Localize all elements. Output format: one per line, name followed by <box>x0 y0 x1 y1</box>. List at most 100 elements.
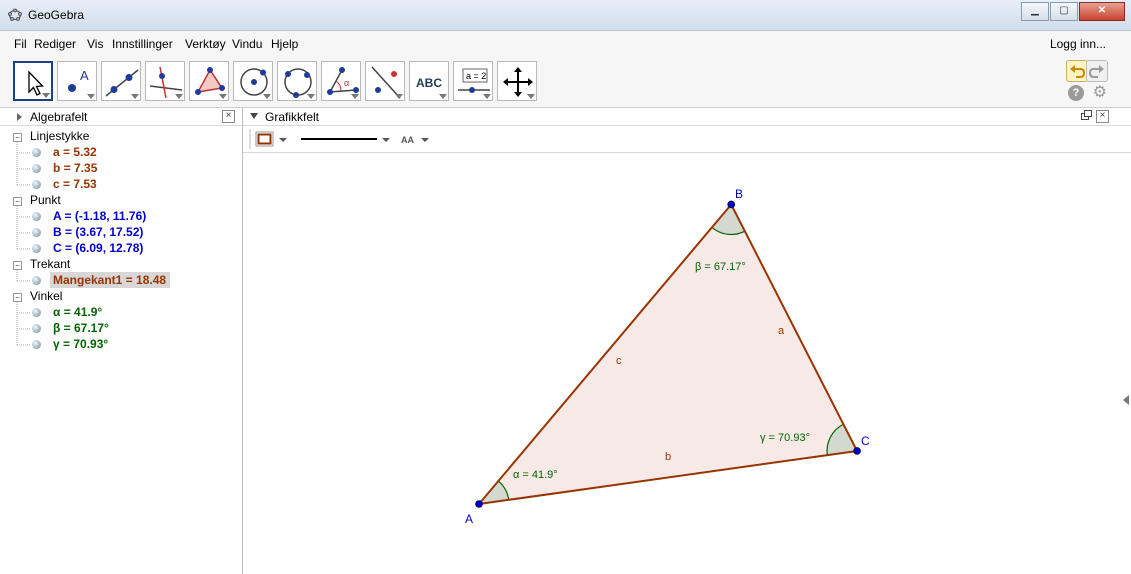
point-tool-button[interactable]: A <box>57 61 97 101</box>
redo-button[interactable] <box>1086 60 1108 82</box>
algebra-object[interactable]: b = 7.35 <box>53 161 97 175</box>
algebra-object[interactable]: α = 41.9° <box>53 305 102 319</box>
point-C[interactable] <box>853 447 861 455</box>
question-icon: ? <box>1072 87 1080 99</box>
point-B[interactable] <box>727 200 736 209</box>
maximize-icon: ▢ <box>1059 5 1069 16</box>
reflect-tool-button[interactable] <box>365 61 405 101</box>
toolbar: A α ABC a = 2 ? ⚙ <box>0 57 1131 108</box>
close-icon: ✕ <box>1097 5 1107 16</box>
graphics-title: Grafikkfelt <box>265 110 320 124</box>
collapse-icon[interactable]: − <box>13 133 22 142</box>
visibility-toggle-icon[interactable] <box>32 244 41 253</box>
category-trekant[interactable]: − Trekant <box>0 257 240 273</box>
category-punkt[interactable]: − Punkt <box>0 193 240 209</box>
list-item[interactable]: A = (-1.18, 11.76) <box>0 209 240 225</box>
text-style-button[interactable]: AA <box>401 135 414 145</box>
window-title: GeoGebra <box>28 8 85 22</box>
visibility-toggle-icon[interactable] <box>32 276 41 285</box>
list-item[interactable]: β = 67.17° <box>0 321 240 337</box>
visibility-toggle-icon[interactable] <box>32 228 41 237</box>
style-bar: AA <box>243 126 1131 153</box>
close-window-button[interactable]: ✕ <box>1079 2 1125 21</box>
text-tool-button[interactable]: ABC <box>409 61 449 101</box>
category-label: Vinkel <box>30 289 63 303</box>
undock-button[interactable] <box>1081 110 1092 121</box>
slider-tool-button[interactable]: a = 2 <box>453 61 493 101</box>
collapse-icon[interactable]: − <box>13 293 22 302</box>
algebra-object[interactable]: a = 5.32 <box>53 145 97 159</box>
menu-hjelp[interactable]: Hjelp <box>271 37 298 51</box>
dropdown-arrow-icon[interactable] <box>382 138 390 142</box>
line-tool-button[interactable] <box>101 61 141 101</box>
point-label-A: A <box>465 512 473 526</box>
menu-vis[interactable]: Vis <box>87 37 103 51</box>
algebra-object[interactable]: B = (3.67, 17.52) <box>53 225 143 239</box>
list-item[interactable]: c = 7.53 <box>0 177 240 193</box>
collapse-icon[interactable]: − <box>13 261 22 270</box>
move-graphics-tool-button[interactable] <box>497 61 537 101</box>
point-A[interactable] <box>475 500 483 508</box>
visibility-toggle-icon[interactable] <box>32 340 41 349</box>
category-linjestykke[interactable]: − Linjestykke <box>0 129 240 145</box>
login-link[interactable]: Logg inn... <box>1050 37 1106 51</box>
visibility-toggle-icon[interactable] <box>32 180 41 189</box>
color-picker-button[interactable] <box>255 131 274 147</box>
minimize-icon: ▁ <box>1031 5 1039 16</box>
close-algebra-button[interactable]: × <box>222 110 235 123</box>
undo-button[interactable] <box>1066 60 1088 82</box>
maximize-button[interactable]: ▢ <box>1050 2 1078 21</box>
angle-label-alpha: α = 41.9° <box>513 469 558 481</box>
geometry-canvas[interactable]: A B C a b c α = 41.9° β = 67.17° γ = 70.… <box>243 153 1131 574</box>
settings-button[interactable]: ⚙ <box>1093 85 1107 101</box>
dropdown-arrow-icon[interactable] <box>421 138 429 142</box>
close-graphics-button[interactable]: × <box>1096 110 1109 123</box>
angle-label-beta: β = 67.17° <box>695 261 746 273</box>
list-item[interactable]: γ = 70.93° <box>0 337 240 353</box>
algebra-object[interactable]: A = (-1.18, 11.76) <box>53 209 146 223</box>
list-item[interactable]: b = 7.35 <box>0 161 240 177</box>
circle-tool-button[interactable] <box>233 61 273 101</box>
angle-tool-label: α <box>344 78 349 88</box>
point-label-B: B <box>735 187 743 201</box>
visibility-toggle-icon[interactable] <box>32 324 41 333</box>
visibility-toggle-icon[interactable] <box>32 308 41 317</box>
visibility-toggle-icon[interactable] <box>32 148 41 157</box>
close-icon: × <box>1099 110 1106 121</box>
list-item[interactable]: α = 41.9° <box>0 305 240 321</box>
point-label-C: C <box>861 434 870 448</box>
move-tool-button[interactable] <box>13 61 53 101</box>
text-style-label: AA <box>401 135 414 145</box>
visibility-toggle-icon[interactable] <box>32 164 41 173</box>
dropdown-arrow-icon[interactable] <box>279 138 287 142</box>
algebra-object[interactable]: γ = 70.93° <box>53 337 108 351</box>
menu-fil[interactable]: Fil <box>14 37 27 51</box>
menu-innstillinger[interactable]: Innstillinger <box>112 37 173 51</box>
algebra-object[interactable]: β = 67.17° <box>53 321 109 335</box>
algebra-object[interactable]: Mangekant1 = 18.48 <box>53 273 166 287</box>
list-item[interactable]: C = (6.09, 12.78) <box>0 241 240 257</box>
polygon-tool-button[interactable] <box>189 61 229 101</box>
expand-side-panel-icon[interactable] <box>1123 395 1129 405</box>
visibility-toggle-icon[interactable] <box>32 212 41 221</box>
algebra-object[interactable]: C = (6.09, 12.78) <box>53 241 143 255</box>
angle-tool-button[interactable]: α <box>321 61 361 101</box>
menu-verktoy[interactable]: Verktøy <box>185 37 226 51</box>
list-item-selected[interactable]: Mangekant1 = 18.48 <box>0 272 240 289</box>
collapse-icon[interactable]: − <box>13 197 22 206</box>
menu-vindu[interactable]: Vindu <box>232 37 262 51</box>
minimize-button[interactable]: ▁ <box>1021 2 1049 21</box>
segment-label-c: c <box>616 355 622 367</box>
slider-tool-label: a = 2 <box>466 71 486 81</box>
circle-three-points-tool-button[interactable] <box>277 61 317 101</box>
gear-icon: ⚙ <box>1092 84 1107 101</box>
category-vinkel[interactable]: − Vinkel <box>0 289 240 305</box>
list-item[interactable]: B = (3.67, 17.52) <box>0 225 240 241</box>
menu-rediger[interactable]: Rediger <box>34 37 76 51</box>
collapse-arrow-icon[interactable] <box>250 113 259 120</box>
perpendicular-line-tool-button[interactable] <box>145 61 185 101</box>
list-item[interactable]: a = 5.32 <box>0 145 240 161</box>
algebra-object[interactable]: c = 7.53 <box>53 177 97 191</box>
title-bar: GeoGebra ▁ ▢ ✕ <box>0 0 1131 31</box>
help-button[interactable]: ? <box>1068 85 1084 101</box>
